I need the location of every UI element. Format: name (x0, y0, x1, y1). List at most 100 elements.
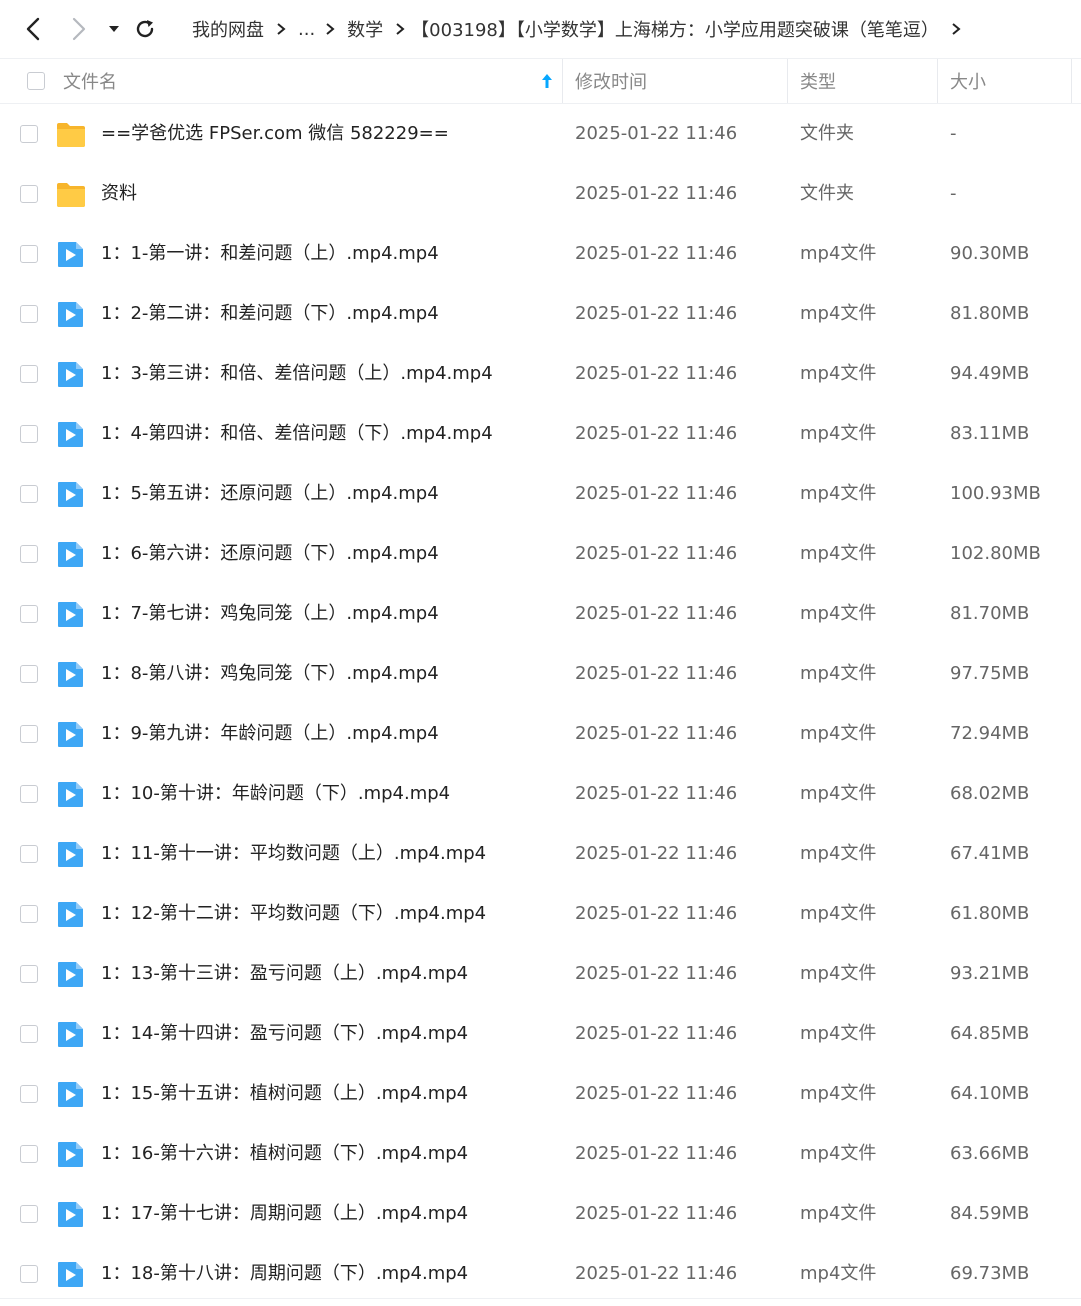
file-size: 84.59MB (950, 1203, 1030, 1224)
row-checkbox[interactable] (20, 665, 38, 683)
file-name[interactable]: 1：3-第三讲：和倍、差倍问题（上）.mp4.mp4 (101, 344, 493, 404)
file-row[interactable]: 1：15-第十五讲：植树问题（上）.mp4.mp4 2025-01-22 11:4… (0, 1064, 1081, 1124)
file-row[interactable]: 1：16-第十六讲：植树问题（下）.mp4.mp4 2025-01-22 11:4… (0, 1124, 1081, 1184)
file-type: mp4文件 (800, 423, 877, 444)
breadcrumb-item-my-drive[interactable]: 我的网盘 (192, 16, 264, 42)
row-checkbox[interactable] (20, 125, 38, 143)
file-type: mp4文件 (800, 363, 877, 384)
file-modified-time: 2025-01-22 11:46 (575, 1143, 738, 1164)
file-modified-time: 2025-01-22 11:46 (575, 123, 738, 144)
row-checkbox[interactable] (20, 1205, 38, 1223)
row-checkbox[interactable] (20, 425, 38, 443)
file-name[interactable]: 资料 (101, 164, 137, 224)
history-dropdown-button[interactable] (104, 16, 124, 42)
file-row[interactable]: 1：13-第十三讲：盈亏问题（上）.mp4.mp4 2025-01-22 11:4… (0, 944, 1081, 1004)
file-modified-time: 2025-01-22 11:46 (575, 663, 738, 684)
file-row[interactable]: ==学爸优选 FPSer.com 微信 582229== 2025-01-22 1… (0, 104, 1081, 164)
column-header-type[interactable]: 类型 (800, 59, 836, 103)
row-checkbox[interactable] (20, 305, 38, 323)
file-name[interactable]: 1：4-第四讲：和倍、差倍问题（下）.mp4.mp4 (101, 404, 493, 464)
file-row[interactable]: 1：3-第三讲：和倍、差倍问题（上）.mp4.mp4 2025-01-22 11:… (0, 344, 1081, 404)
row-checkbox[interactable] (20, 365, 38, 383)
file-name[interactable]: 1：2-第二讲：和差问题（下）.mp4.mp4 (101, 284, 439, 344)
file-row[interactable]: 1：8-第八讲：鸡兔同笼（下）.mp4.mp4 2025-01-22 11:46 m… (0, 644, 1081, 704)
file-row[interactable]: 1：18-第十八讲：周期问题（下）.mp4.mp4 2025-01-22 11:4… (0, 1244, 1081, 1304)
file-name[interactable]: 1：7-第七讲：鸡兔同笼（上）.mp4.mp4 (101, 584, 439, 644)
file-name[interactable]: 1：13-第十三讲：盈亏问题（上）.mp4.mp4 (101, 944, 468, 1004)
file-row[interactable]: 1：2-第二讲：和差问题（下）.mp4.mp4 2025-01-22 11:46 m… (0, 284, 1081, 344)
file-name[interactable]: 1：5-第五讲：还原问题（上）.mp4.mp4 (101, 464, 439, 524)
file-type: mp4文件 (800, 603, 877, 624)
row-checkbox[interactable] (20, 725, 38, 743)
row-checkbox[interactable] (20, 605, 38, 623)
file-modified-time: 2025-01-22 11:46 (575, 1263, 738, 1284)
file-name[interactable]: 1：14-第十四讲：盈亏问题（下）.mp4.mp4 (101, 1004, 468, 1064)
refresh-button[interactable] (130, 16, 160, 42)
row-checkbox[interactable] (20, 245, 38, 263)
file-name[interactable]: ==学爸优选 FPSer.com 微信 582229== (101, 104, 449, 164)
column-header-modified[interactable]: 修改时间 (575, 59, 647, 103)
file-row[interactable]: 1：14-第十四讲：盈亏问题（下）.mp4.mp4 2025-01-22 11:4… (0, 1004, 1081, 1064)
file-row[interactable]: 1：10-第十讲：年龄问题（下）.mp4.mp4 2025-01-22 11:46… (0, 764, 1081, 824)
column-header-size[interactable]: 大小 (950, 59, 986, 103)
video-file-icon (56, 360, 86, 388)
folder-icon (56, 120, 86, 148)
sort-ascending-icon[interactable] (541, 59, 553, 103)
column-divider[interactable] (937, 59, 938, 103)
row-checkbox[interactable] (20, 785, 38, 803)
column-header-name[interactable]: 文件名 (63, 59, 117, 103)
file-row[interactable]: 1：1-第一讲：和差问题（上）.mp4.mp4 2025-01-22 11:46 m… (0, 224, 1081, 284)
row-checkbox[interactable] (20, 845, 38, 863)
file-name[interactable]: 1：18-第十八讲：周期问题（下）.mp4.mp4 (101, 1244, 468, 1304)
file-row[interactable]: 1：7-第七讲：鸡兔同笼（上）.mp4.mp4 2025-01-22 11:46 m… (0, 584, 1081, 644)
file-name[interactable]: 1：16-第十六讲：植树问题（下）.mp4.mp4 (101, 1124, 468, 1184)
file-name[interactable]: 1：15-第十五讲：植树问题（上）.mp4.mp4 (101, 1064, 468, 1124)
row-checkbox[interactable] (20, 485, 38, 503)
file-row[interactable]: 1：6-第六讲：还原问题（下）.mp4.mp4 2025-01-22 11:46 m… (0, 524, 1081, 584)
file-row[interactable]: 1：9-第九讲：年龄问题（上）.mp4.mp4 2025-01-22 11:46 m… (0, 704, 1081, 764)
row-checkbox[interactable] (20, 185, 38, 203)
video-file-icon (56, 780, 86, 808)
breadcrumb: 我的网盘 ... 数学 【003198】【小学数学】上海梯方：小学应用题突破课（… (192, 15, 973, 43)
column-divider[interactable] (562, 59, 563, 103)
file-row[interactable]: 1：11-第十一讲：平均数问题（上）.mp4.mp4 2025-01-22 11:… (0, 824, 1081, 884)
file-name[interactable]: 1：17-第十七讲：周期问题（上）.mp4.mp4 (101, 1184, 468, 1244)
video-file-icon (56, 480, 86, 508)
row-checkbox[interactable] (20, 1265, 38, 1283)
file-name[interactable]: 1：8-第八讲：鸡兔同笼（下）.mp4.mp4 (101, 644, 439, 704)
file-name[interactable]: 1：12-第十二讲：平均数问题（下）.mp4.mp4 (101, 884, 486, 944)
file-name[interactable]: 1：1-第一讲：和差问题（上）.mp4.mp4 (101, 224, 439, 284)
file-row[interactable]: 1：4-第四讲：和倍、差倍问题（下）.mp4.mp4 2025-01-22 11:… (0, 404, 1081, 464)
column-divider[interactable] (1071, 59, 1072, 103)
select-all-checkbox[interactable] (27, 59, 45, 103)
row-checkbox[interactable] (20, 965, 38, 983)
file-row[interactable]: 1：12-第十二讲：平均数问题（下）.mp4.mp4 2025-01-22 11:… (0, 884, 1081, 944)
file-modified-time: 2025-01-22 11:46 (575, 423, 738, 444)
video-file-icon (56, 900, 86, 928)
file-row[interactable]: 资料 2025-01-22 11:46 文件夹 - (0, 164, 1081, 224)
column-divider[interactable] (787, 59, 788, 103)
breadcrumb-item-math[interactable]: 数学 (347, 16, 383, 42)
row-checkbox[interactable] (20, 545, 38, 563)
video-file-icon (56, 840, 86, 868)
video-file-icon (56, 1200, 86, 1228)
file-modified-time: 2025-01-22 11:46 (575, 723, 738, 744)
back-button[interactable] (18, 16, 48, 42)
breadcrumb-item-current-folder[interactable]: 【003198】【小学数学】上海梯方：小学应用题突破课（笔笔逗） (411, 16, 939, 42)
breadcrumb-item-ellipsis[interactable]: ... (298, 19, 315, 40)
file-name[interactable]: 1：10-第十讲：年龄问题（下）.mp4.mp4 (101, 764, 450, 824)
row-checkbox[interactable] (20, 905, 38, 923)
file-row[interactable]: 1：5-第五讲：还原问题（上）.mp4.mp4 2025-01-22 11:46 m… (0, 464, 1081, 524)
file-modified-time: 2025-01-22 11:46 (575, 603, 738, 624)
file-name[interactable]: 1：9-第九讲：年龄问题（上）.mp4.mp4 (101, 704, 439, 764)
file-modified-time: 2025-01-22 11:46 (575, 543, 738, 564)
file-row[interactable]: 1：17-第十七讲：周期问题（上）.mp4.mp4 2025-01-22 11:4… (0, 1184, 1081, 1244)
row-checkbox[interactable] (20, 1025, 38, 1043)
file-modified-time: 2025-01-22 11:46 (575, 363, 738, 384)
file-name[interactable]: 1：11-第十一讲：平均数问题（上）.mp4.mp4 (101, 824, 486, 884)
row-checkbox[interactable] (20, 1085, 38, 1103)
file-name[interactable]: 1：6-第六讲：还原问题（下）.mp4.mp4 (101, 524, 439, 584)
file-modified-time: 2025-01-22 11:46 (575, 303, 738, 324)
row-checkbox[interactable] (20, 1145, 38, 1163)
forward-button[interactable] (64, 16, 94, 42)
